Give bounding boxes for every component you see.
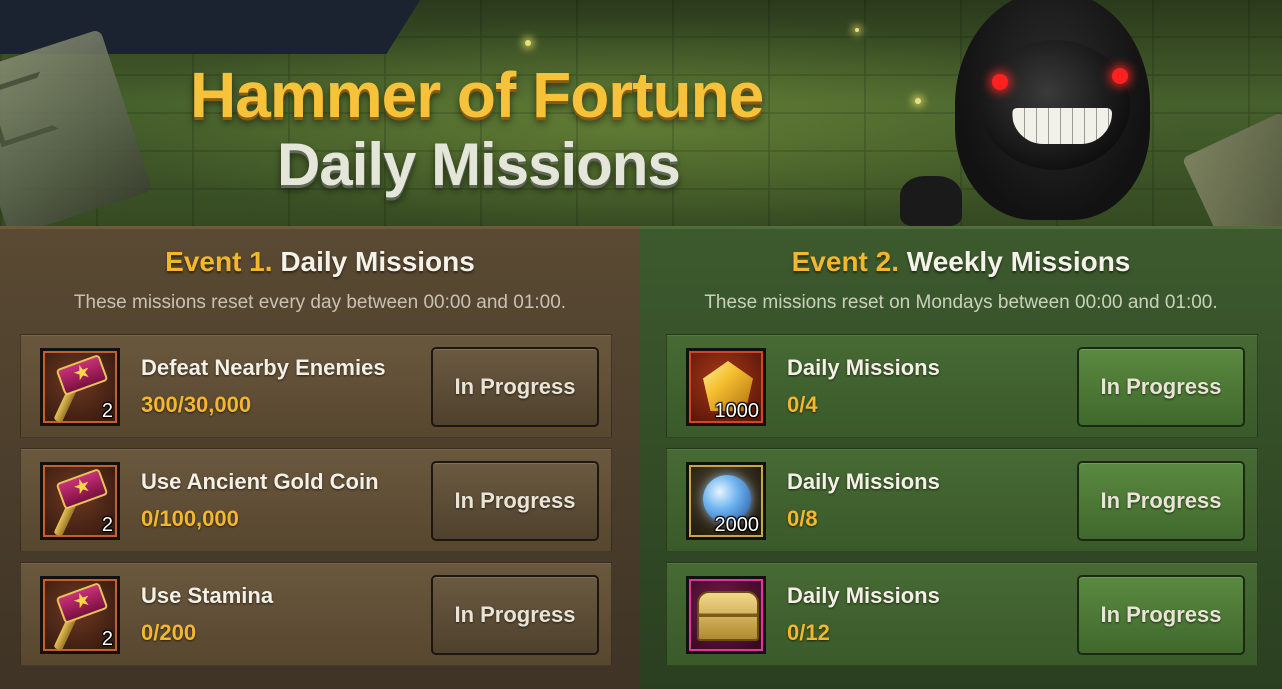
- mission-name: Defeat Nearby Enemies: [141, 355, 386, 380]
- mission-progress: 0/100,000: [141, 506, 239, 531]
- mission-progress: 0/200: [141, 620, 197, 645]
- gold-gem-icon: 1000: [686, 348, 766, 426]
- event1-description: These missions reset every day between 0…: [73, 292, 567, 313]
- event1-heading: Event 1. Daily Missions: [0, 246, 640, 278]
- event1-panel: Event 1. Daily Missions These missions r…: [0, 226, 640, 689]
- event-banner: Hammer of Fortune Daily Missions: [0, 0, 1282, 226]
- event2-heading: Event 2. Weekly Missions: [640, 246, 1282, 278]
- event1-title: Daily Missions: [280, 246, 475, 277]
- mission-row: ★ 2 Use Ancient Gold Coin 0/100,000 In P…: [20, 448, 612, 552]
- in-progress-button[interactable]: In Progress: [1077, 461, 1245, 541]
- sparkle-icon: [855, 28, 859, 32]
- mission-name: Use Ancient Gold Coin: [141, 469, 379, 494]
- reward-count: 2000: [714, 514, 760, 536]
- in-progress-button[interactable]: In Progress: [1077, 575, 1245, 655]
- banner-title: Hammer of Fortune: [190, 59, 764, 131]
- mission-name: Daily Missions: [787, 355, 940, 380]
- reward-count: 2: [101, 628, 113, 650]
- sparkle-icon: [525, 40, 531, 46]
- mission-name: Daily Missions: [787, 469, 940, 494]
- hooded-mascot-icon: [900, 0, 1160, 226]
- reward-count: 2: [101, 400, 113, 422]
- mission-row: Daily Missions 0/12 In Progress: [666, 562, 1258, 666]
- event2-title: Weekly Missions: [906, 246, 1131, 277]
- banner-subtitle: Daily Missions: [277, 131, 681, 198]
- mission-row: ★ 2 Use Stamina 0/200 In Progress: [20, 562, 612, 666]
- mission-progress: 0/8: [787, 506, 818, 531]
- in-progress-button[interactable]: In Progress: [431, 575, 599, 655]
- in-progress-button[interactable]: In Progress: [431, 347, 599, 427]
- blue-orb-icon: 2000: [686, 462, 766, 540]
- event2-description: These missions reset on Mondays between …: [704, 292, 1218, 313]
- mission-name: Daily Missions: [787, 583, 940, 608]
- in-progress-button[interactable]: In Progress: [431, 461, 599, 541]
- hammer-icon: ★ 2: [40, 462, 120, 540]
- event2-number: Event 2.: [791, 246, 900, 277]
- treasure-chest-icon: [686, 576, 766, 654]
- mission-progress: 0/12: [787, 620, 830, 645]
- mission-name: Use Stamina: [141, 583, 274, 608]
- hammer-icon: ★ 2: [40, 576, 120, 654]
- mission-progress: 0/4: [787, 392, 818, 417]
- reward-count: 2: [101, 514, 113, 536]
- event1-number: Event 1.: [165, 246, 273, 277]
- event2-panel: Event 2. Weekly Missions These missions …: [640, 226, 1282, 689]
- mission-row: 1000 Daily Missions 0/4 In Progress: [666, 334, 1258, 438]
- reward-count: 1000: [714, 400, 760, 422]
- in-progress-button[interactable]: In Progress: [1077, 347, 1245, 427]
- mission-row: 2000 Daily Missions 0/8 In Progress: [666, 448, 1258, 552]
- mission-progress: 300/30,000: [141, 392, 252, 417]
- hammer-icon: ★ 2: [40, 348, 120, 426]
- mission-row: ★ 2 Defeat Nearby Enemies 300/30,000 In …: [20, 334, 612, 438]
